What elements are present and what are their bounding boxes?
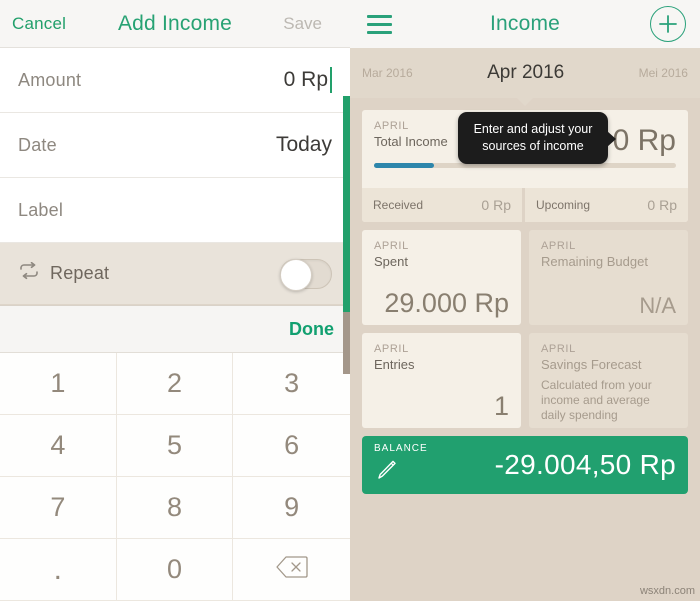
received-label: Received xyxy=(373,198,424,212)
remaining-budget-card[interactable]: APRIL Remaining Budget N/A xyxy=(529,230,688,325)
cards-container: APRIL Total Income 0 Rp Received 0 Rp Up… xyxy=(350,98,700,601)
key-9[interactable]: 9 xyxy=(233,477,350,539)
key-1[interactable]: 1 xyxy=(0,353,117,415)
total-income-bottom: Received 0 Rp Upcoming 0 Rp xyxy=(362,188,688,222)
entries-value: 1 xyxy=(493,391,509,421)
balance-label: BALANCE xyxy=(374,443,428,454)
watermark: wsxdn.com xyxy=(639,585,695,597)
date-value: Today xyxy=(275,133,332,156)
income-tooltip: Enter and adjust your sources of income xyxy=(458,112,616,164)
spent-card[interactable]: APRIL Spent 29.000 Rp xyxy=(362,230,521,325)
entries-month: APRIL xyxy=(374,343,409,355)
key-backspace[interactable] xyxy=(233,539,350,601)
month-previous[interactable]: Mar 2016 xyxy=(362,66,413,80)
app-root: Cancel Add Income Save Amount 0 Rp Date … xyxy=(0,0,700,601)
balance-card[interactable]: BALANCE -29.004,50 Rp xyxy=(362,436,688,494)
add-button[interactable] xyxy=(650,6,686,42)
received-cell[interactable]: Received 0 Rp xyxy=(362,188,525,222)
key-7[interactable]: 7 xyxy=(0,477,117,539)
key-8[interactable]: 8 xyxy=(116,477,234,539)
repeat-toggle[interactable] xyxy=(280,258,332,291)
label-row[interactable]: Label xyxy=(0,178,350,243)
received-value: 0 Rp xyxy=(481,197,511,213)
numeric-keypad: 1 2 3 4 5 6 7 8 9 . 0 xyxy=(0,353,350,601)
keyboard-toolbar: Done xyxy=(0,305,350,353)
upcoming-cell[interactable]: Upcoming 0 Rp xyxy=(525,188,688,222)
amount-row[interactable]: Amount 0 Rp xyxy=(0,48,350,113)
key-3[interactable]: 3 xyxy=(233,353,350,415)
savings-forecast-name: Savings Forecast xyxy=(541,357,642,372)
repeat-label: Repeat xyxy=(50,263,110,283)
balance-value: -29.004,50 Rp xyxy=(494,449,676,480)
total-income-progress-fill xyxy=(374,163,435,168)
key-decimal[interactable]: . xyxy=(0,539,117,601)
month-current[interactable]: Apr 2016 xyxy=(487,62,564,84)
income-form: Amount 0 Rp Date Today Label Repeat xyxy=(0,48,350,374)
key-2[interactable]: 2 xyxy=(116,353,234,415)
balance-left: BALANCE xyxy=(374,443,428,487)
savings-forecast-note: Calculated from your income and average … xyxy=(541,378,652,422)
income-header: Income xyxy=(350,0,700,48)
text-cursor xyxy=(330,67,332,93)
key-4[interactable]: 4 xyxy=(0,415,117,477)
repeat-row[interactable]: Repeat xyxy=(0,243,350,305)
add-income-header: Cancel Add Income Save xyxy=(0,0,350,48)
amount-label: Amount xyxy=(18,69,82,90)
add-income-panel: Cancel Add Income Save Amount 0 Rp Date … xyxy=(0,0,350,601)
remaining-budget-value: N/A xyxy=(639,293,676,318)
key-0[interactable]: 0 xyxy=(116,539,234,601)
date-row[interactable]: Date Today xyxy=(0,113,350,178)
plus-icon xyxy=(657,13,679,35)
income-title: Income xyxy=(489,12,561,35)
spent-name: Spent xyxy=(374,254,408,269)
entries-name: Entries xyxy=(374,357,415,372)
stats-grid: APRIL Spent 29.000 Rp APRIL Remaining Bu… xyxy=(362,230,688,325)
entries-card[interactable]: APRIL Entries 1 xyxy=(362,333,521,428)
date-label: Date xyxy=(18,134,57,155)
done-button[interactable]: Done xyxy=(289,319,334,340)
amount-value[interactable]: 0 Rp xyxy=(284,67,332,93)
delete-icon xyxy=(276,554,308,585)
spent-month: APRIL xyxy=(374,240,409,252)
label-label: Label xyxy=(18,199,64,220)
key-5[interactable]: 5 xyxy=(116,415,234,477)
pencil-icon[interactable] xyxy=(374,458,428,487)
remaining-budget-name: Remaining Budget xyxy=(541,254,648,269)
upcoming-label: Upcoming xyxy=(536,198,591,212)
key-6[interactable]: 6 xyxy=(233,415,350,477)
savings-forecast-month: APRIL xyxy=(541,343,576,355)
total-income-value: 0 Rp xyxy=(612,124,676,157)
remaining-budget-month: APRIL xyxy=(541,240,576,252)
repeat-icon xyxy=(18,261,40,285)
amount-text: 0 Rp xyxy=(283,68,328,91)
income-overview-panel: Income Mar 2016 Apr 2016 Mei 2016 APRIL … xyxy=(350,0,700,601)
month-selector: Mar 2016 Apr 2016 Mei 2016 xyxy=(350,48,700,106)
form-accent-strip-muted xyxy=(343,312,350,374)
repeat-toggle-knob xyxy=(280,258,312,291)
total-income-progress-track xyxy=(374,163,676,168)
savings-forecast-card[interactable]: APRIL Savings Forecast Calculated from y… xyxy=(529,333,688,428)
save-button[interactable]: Save xyxy=(283,14,322,34)
spent-value: 29.000 Rp xyxy=(384,288,509,318)
upcoming-value: 0 Rp xyxy=(647,197,677,213)
month-next[interactable]: Mei 2016 xyxy=(639,66,688,80)
stats-grid-2: APRIL Entries 1 APRIL Savings Forecast C… xyxy=(362,333,688,428)
